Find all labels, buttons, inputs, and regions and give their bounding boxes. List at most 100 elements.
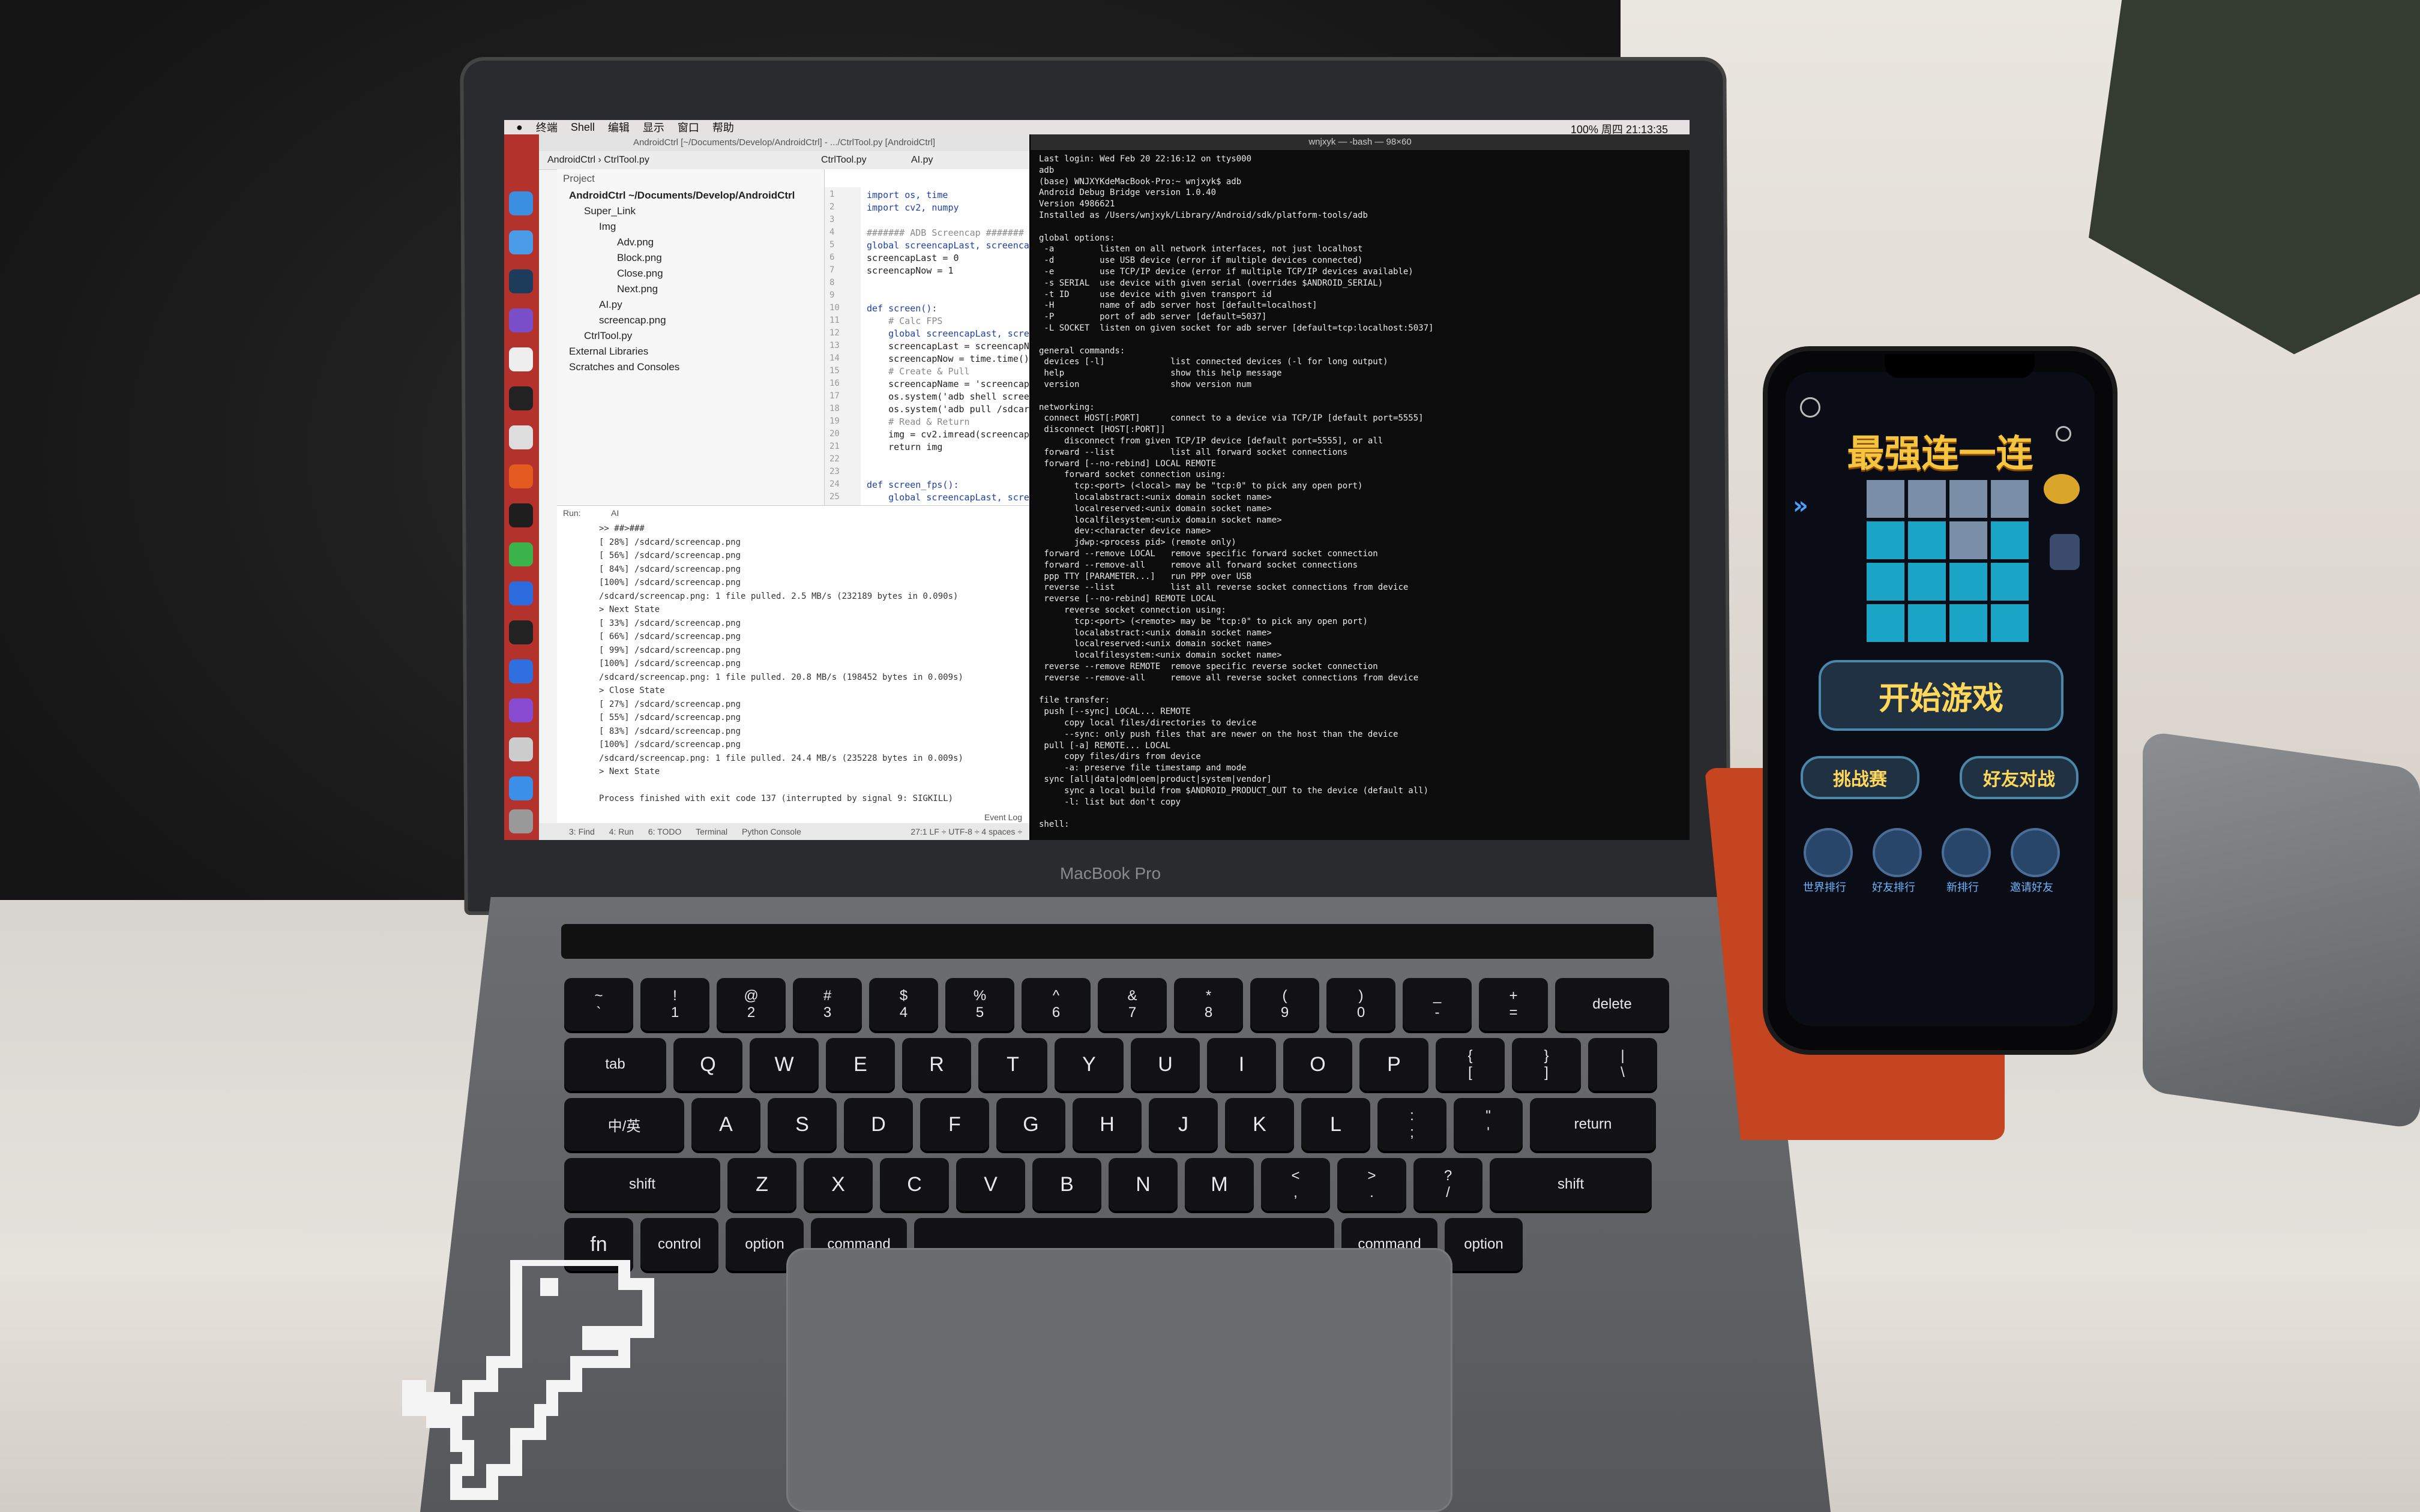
bottom-tab[interactable]: 6: TODO — [648, 827, 682, 836]
challenge-button[interactable]: 挑战赛 — [1801, 756, 1919, 799]
key[interactable]: $ 4 — [869, 978, 938, 1031]
preview-icon[interactable] — [509, 737, 533, 761]
key[interactable]: & 7 — [1098, 978, 1167, 1031]
code-line[interactable]: img = cv2.imread(screencapName, -1 — [867, 429, 1029, 440]
key[interactable]: N — [1109, 1158, 1178, 1211]
key[interactable]: return — [1530, 1098, 1656, 1151]
code-line[interactable]: screencapLast = 0 — [867, 253, 959, 263]
key[interactable]: M — [1185, 1158, 1254, 1211]
menu-shell[interactable]: Shell — [571, 121, 595, 134]
key[interactable]: B — [1032, 1158, 1101, 1211]
grid-cell[interactable] — [1991, 604, 2029, 642]
grid-cell[interactable] — [1867, 563, 1904, 601]
menu-terminal[interactable]: 终端 — [536, 120, 558, 135]
tree-item[interactable]: screencap.png — [599, 314, 666, 326]
code-editor[interactable]: 1 2 3 4 5 6 7 8 9 10 11 12 13 14 15 16 17 18 19 20 21 22 23 24 2… — [825, 169, 1029, 505]
tab-ctrltool[interactable]: CtrlTool.py — [821, 151, 867, 169]
grid-cell[interactable] — [1908, 480, 1946, 518]
calendar-icon[interactable] — [509, 347, 533, 371]
key[interactable]: + = — [1479, 978, 1548, 1031]
key[interactable]: F — [920, 1098, 989, 1151]
code-line[interactable]: screencapNow = time.time() — [867, 353, 1029, 364]
code-line[interactable]: # Calc FPS — [867, 316, 942, 326]
tab-ai[interactable]: AI.py — [911, 151, 933, 169]
key[interactable]: ~ ` — [564, 978, 633, 1031]
wechat-icon[interactable] — [509, 542, 533, 566]
avatar[interactable] — [2050, 534, 2080, 570]
breadcrumb-text[interactable]: AndroidCtrl › CtrlTool.py — [547, 155, 649, 165]
menu-help[interactable]: 帮助 — [712, 120, 734, 135]
grid-cell[interactable] — [1991, 521, 2029, 559]
heart-icon[interactable] — [2011, 828, 2060, 877]
app-icon[interactable] — [509, 698, 533, 722]
key[interactable]: J — [1149, 1098, 1218, 1151]
project-label[interactable]: Project — [563, 173, 595, 185]
grid-cell[interactable] — [1991, 563, 2029, 601]
tumblr-icon[interactable] — [509, 269, 533, 293]
tree-item[interactable]: External Libraries — [569, 346, 648, 358]
terminal-icon[interactable] — [509, 386, 533, 410]
key[interactable]: # 3 — [793, 978, 862, 1031]
key[interactable]: U — [1131, 1038, 1200, 1091]
key[interactable]: ? / — [1413, 1158, 1482, 1211]
bottom-tab[interactable]: Python Console — [742, 827, 801, 836]
key[interactable]: < , — [1261, 1158, 1330, 1211]
code-line[interactable]: global screencapLast, screencapNow — [867, 328, 1029, 339]
bottom-tab[interactable]: 4: Run — [609, 827, 634, 836]
key[interactable]: R — [902, 1038, 971, 1091]
folder-icon[interactable] — [509, 776, 533, 800]
key[interactable]: } ] — [1512, 1038, 1581, 1091]
tree-item[interactable]: AI.py — [599, 299, 622, 311]
touch-bar[interactable] — [561, 924, 1654, 959]
star-icon[interactable] — [1942, 828, 1991, 877]
key[interactable]: T — [978, 1038, 1047, 1091]
key[interactable]: O — [1283, 1038, 1352, 1091]
key[interactable]: > . — [1337, 1158, 1406, 1211]
grid-cell[interactable] — [1867, 604, 1904, 642]
key[interactable]: option — [1445, 1218, 1523, 1271]
tree-item[interactable]: Block.png — [617, 252, 662, 264]
grid-cell[interactable] — [1949, 604, 1987, 642]
trackpad[interactable] — [786, 1248, 1452, 1512]
word-icon[interactable] — [509, 659, 533, 683]
key[interactable]: shift — [564, 1158, 720, 1211]
code-line[interactable]: def screen_fps(): — [867, 479, 959, 490]
tree-item[interactable]: Next.png — [617, 283, 658, 295]
github-icon[interactable] — [509, 308, 533, 332]
forward-icon[interactable]: » — [1793, 492, 1808, 520]
key[interactable]: X — [804, 1158, 873, 1211]
key[interactable]: | \ — [1588, 1038, 1657, 1091]
code-line[interactable]: # Create & Pull — [867, 366, 969, 377]
key[interactable]: " ' — [1454, 1098, 1523, 1151]
key[interactable]: S — [768, 1098, 837, 1151]
code-line[interactable]: def screen(): — [867, 303, 937, 314]
key[interactable]: A — [691, 1098, 760, 1151]
key[interactable]: _ - — [1403, 978, 1472, 1031]
finder-icon[interactable] — [509, 191, 533, 215]
key[interactable]: delete — [1555, 978, 1669, 1031]
code-line[interactable]: global screencapLast, screencapNow — [867, 492, 1029, 503]
code-line[interactable]: screencapName = 'screencap.png' — [867, 379, 1029, 389]
start-game-button[interactable]: 开始游戏 — [1819, 660, 2063, 731]
code-line[interactable]: import cv2, numpy — [867, 202, 959, 213]
run-tab[interactable]: AI — [611, 508, 619, 518]
code-line[interactable]: ####### ADB Screencap ####### — [867, 227, 1024, 238]
key[interactable]: % 5 — [945, 978, 1014, 1031]
text-editor-icon[interactable] — [509, 425, 533, 449]
key[interactable]: ) 0 — [1326, 978, 1395, 1031]
code-line[interactable]: # Read & Return — [867, 416, 969, 427]
tree-item[interactable]: Close.png — [617, 268, 663, 280]
key[interactable]: Q — [673, 1038, 742, 1091]
code-line[interactable]: return img — [867, 442, 942, 452]
code-line[interactable]: os.system('adb pull /sdcard/{} .' — [867, 404, 1029, 415]
code-line[interactable]: screencapLast = screencapNow — [867, 341, 1029, 352]
trash-icon[interactable] — [509, 809, 533, 833]
key[interactable]: @ 2 — [717, 978, 786, 1031]
key[interactable]: P — [1359, 1038, 1428, 1091]
key[interactable]: D — [844, 1098, 913, 1151]
code-line[interactable]: os.system('adb shell screencap -p — [867, 391, 1029, 402]
key[interactable]: ! 1 — [640, 978, 709, 1031]
menu-edit[interactable]: 编辑 — [608, 120, 630, 135]
key[interactable]: Z — [727, 1158, 796, 1211]
tree-item[interactable]: Scratches and Consoles — [569, 361, 679, 373]
